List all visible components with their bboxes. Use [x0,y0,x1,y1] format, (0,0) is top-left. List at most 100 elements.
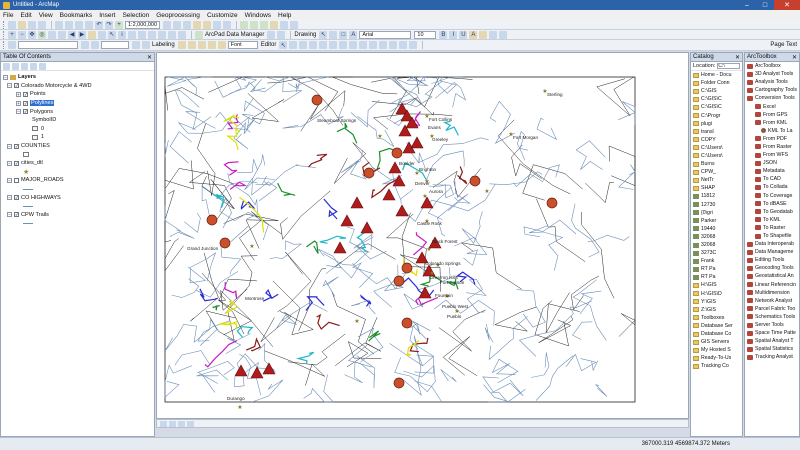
georef-icon[interactable] [8,41,16,49]
catalog-item[interactable]: CPW_ [691,168,742,176]
toolbox-item[interactable]: To CAD [745,175,799,183]
font-size-select[interactable]: 10 [414,30,437,39]
toc-layer-row[interactable] [3,219,154,228]
line-color-icon[interactable] [489,30,498,39]
toc-layer-row[interactable]: − ✓ Polygons [3,107,154,116]
search-window-icon[interactable] [193,20,202,29]
new-map-icon[interactable] [8,20,16,29]
toc-layer-row[interactable]: 0 [3,125,154,134]
toolbox-item[interactable]: Cartography Tools [745,86,799,94]
straight-segment-icon[interactable] [299,41,308,49]
catalog-item[interactable]: 32068 [691,233,742,241]
catalog-item[interactable]: 12730 [691,201,742,209]
underline-icon[interactable]: U [459,30,468,39]
print-icon[interactable] [38,20,46,29]
toc-layer-row[interactable]: − ✓ Colorado Motorcycle & 4WD [3,82,154,91]
pan-icon[interactable]: ✥ [28,30,36,39]
menu-edit[interactable]: Edit [20,12,31,19]
label-manager-icon[interactable] [177,41,186,49]
add-data-icon[interactable]: + [115,20,123,29]
menu-selection[interactable]: Selection [122,12,149,19]
end-point-arc-icon[interactable] [309,41,318,49]
catalog-item[interactable]: SHAP [691,184,742,192]
open-folder-icon[interactable] [18,20,26,29]
select-elements-icon[interactable]: ↖ [108,30,116,39]
layer-visibility-checkbox[interactable]: ✓ [14,195,19,201]
close-icon[interactable]: ✕ [147,54,152,61]
refresh-icon[interactable] [178,420,185,427]
colorado-map[interactable]: ★★ ★★★★★★★★ ★★★★★★★★Fort CollinsGreeley For… [157,53,689,419]
catalog-item[interactable]: RT Pa [691,265,742,273]
toolbox-item[interactable]: Conversion Tools [745,94,799,102]
toolbox-item[interactable]: Geocoding Tools [745,264,799,272]
edit-annotation-icon[interactable] [289,41,298,49]
catalog-item[interactable]: {0\gri [691,209,742,217]
menu-view[interactable]: View [39,12,53,19]
toolbox-item[interactable]: Schematics Tools [745,313,799,321]
marker-color-icon[interactable] [499,30,508,39]
toolbox-item[interactable]: To Geodatab [745,208,799,216]
tool-c-icon[interactable] [132,41,140,49]
select-features-icon[interactable] [88,30,96,39]
save-icon[interactable] [28,20,36,29]
menu-insert[interactable]: Insert [99,12,115,19]
layer-select[interactable] [18,41,78,49]
attributes-icon[interactable] [389,41,398,49]
copy-icon[interactable] [65,20,73,29]
catalog-item[interactable]: 32068 [691,241,742,249]
close-icon[interactable]: ✕ [774,0,800,10]
model-builder-icon[interactable] [223,20,232,29]
edit-vertices-icon[interactable] [339,41,348,49]
menu-geoprocessing[interactable]: Geoprocessing [156,12,200,19]
cut-icon[interactable] [55,20,63,29]
toolbox-item[interactable]: To Raster [745,224,799,232]
select-element-icon[interactable]: ↖ [319,30,328,39]
toolbox-item[interactable]: Metadata [745,167,799,175]
toolbox-item[interactable]: Data Manageme [745,248,799,256]
catalog-item[interactable]: My Hosted S [691,346,742,354]
rotate-icon[interactable] [329,30,338,39]
tool-b-icon[interactable] [91,41,99,49]
catalog-item[interactable]: H:\GIS\D [691,290,742,298]
label-priority-icon[interactable] [187,41,196,49]
catalog-item[interactable]: C:\Progr [691,111,742,119]
fill-color-icon[interactable] [479,30,488,39]
toc-layer-row[interactable]: ★ [3,168,154,177]
toc-layer-row[interactable]: SymbolID [3,116,154,125]
go-to-xy-icon[interactable] [168,30,176,39]
catalog-item[interactable]: Toolboxes [691,314,742,322]
toolbox-item[interactable]: From Raster [745,143,799,151]
undo-icon[interactable]: ↶ [95,20,103,29]
toolbox-item[interactable]: Server Tools [745,321,799,329]
toolbox-item[interactable]: Geostatistical An [745,272,799,280]
delete-icon[interactable] [85,20,93,29]
flicker-icon[interactable] [290,20,299,29]
layer-visibility-checkbox[interactable] [14,177,19,183]
collapse-icon[interactable]: − [7,177,12,183]
catalog-item[interactable]: GIS Servers [691,338,742,346]
edit-tool-icon[interactable]: ↖ [279,41,288,49]
font-box-select[interactable]: Font [227,41,258,49]
lock-labels-icon[interactable] [207,41,216,49]
catalog-item[interactable]: 19440 [691,225,742,233]
menu-windows[interactable]: Windows [245,12,271,19]
list-by-visibility-icon[interactable] [21,62,28,70]
layer-visibility-checkbox[interactable]: ✓ [14,212,19,218]
location-input[interactable]: C:\ [717,63,740,69]
toolbox-item[interactable]: To dBASE [745,200,799,208]
toolbox-item[interactable]: Network Analyst [745,297,799,305]
target-select[interactable] [101,41,129,49]
toc-layer-row[interactable] [3,185,154,194]
forward-extent-icon[interactable]: ▶ [78,30,86,39]
arcpad-icon[interactable] [195,30,203,39]
layer-visibility-checkbox[interactable]: ✓ [14,143,19,149]
maximize-icon[interactable]: □ [756,0,774,10]
time-slider-icon[interactable] [178,30,186,39]
list-by-drawing-order-icon[interactable] [3,62,10,70]
catalog-item[interactable]: C:\GIS [691,87,742,95]
catalog-item[interactable]: Y:\GIS [691,298,742,306]
toc-layer-row[interactable]: − MAJOR_ROADS [3,176,154,185]
catalog-item[interactable]: H:\GIS [691,281,742,289]
cut-polygons-icon[interactable] [359,41,368,49]
arcpad-check-in-icon[interactable] [277,30,286,39]
